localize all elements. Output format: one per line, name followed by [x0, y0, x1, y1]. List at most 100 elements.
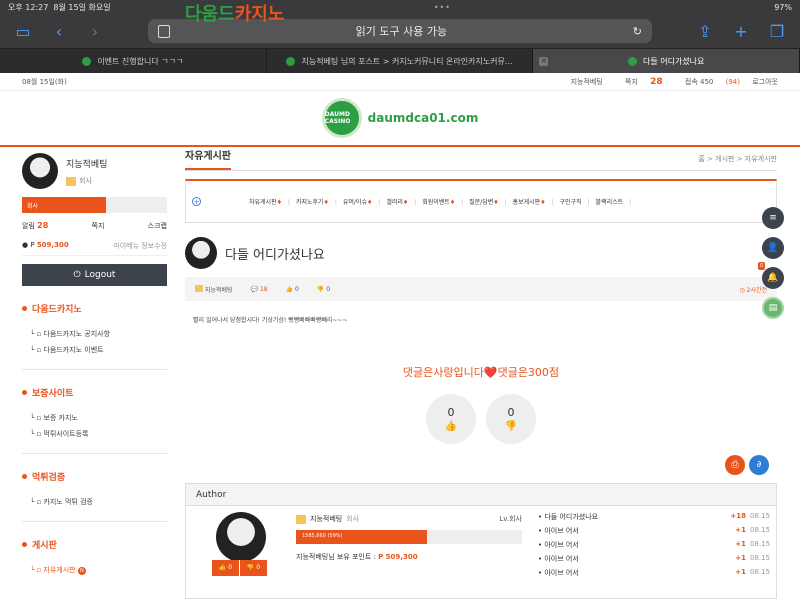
floating-buttons: ≡ 👤 0 🔔 ▤ [758, 207, 784, 319]
category-item[interactable]: 홍보게시판♦ [513, 197, 554, 206]
downvote-button[interactable]: 0 👎 [486, 394, 536, 444]
coin-icon: ● [22, 241, 29, 249]
upvote-button[interactable]: 0 👍 [426, 394, 476, 444]
close-tab-icon[interactable]: ✕ [539, 56, 549, 66]
level-icon [66, 176, 76, 186]
plus-icon[interactable]: + [192, 197, 201, 206]
list-item[interactable]: • 아이브 어서 +1 08.15 [538, 568, 770, 578]
breadcrumb[interactable]: 홈 > 게시판 > 자유게시판 [698, 154, 777, 170]
post-author[interactable]: 지능적베팅 [195, 284, 233, 294]
site-header: DAUMD CASINO 다움드카지노 daumdca01.com [0, 4, 800, 147]
profile-level: 회사 [79, 177, 92, 185]
list-item[interactable]: • 다들 어디가셨나요 +18 08.15 [538, 512, 770, 522]
sidebar-section-casino: 다움드카지노 └ ▫ 다움드카지노 공지사항 └ ▫ 다움드카지노 이벤트 [22, 302, 167, 370]
author-points: 지능적베팅님 보유 포인트 : P 509,300 [296, 553, 418, 561]
level-bar: 회사 [22, 197, 167, 213]
category-menu: + 자유게시판♦ 카지노후기♦ 유머/이슈♦ 갤러리♦ 회원이벤트♦ 질문/답변… [185, 179, 777, 223]
reader-icon[interactable] [158, 24, 170, 38]
author-up-button[interactable]: 👍 0 [212, 560, 240, 576]
list-item[interactable]: • 아이브 어서 +1 08.15 [538, 540, 770, 550]
logout-button[interactable]: ⏻ Logout [22, 264, 167, 286]
category-item[interactable]: 유머/이슈♦ [343, 197, 380, 206]
author-exp-bar: 1585,660 (59%) [296, 530, 522, 544]
list-item[interactable]: • 아이브 어서 +1 08.15 [538, 554, 770, 564]
category-item[interactable]: 카지노후기♦ [296, 197, 337, 206]
chat-icon[interactable]: ▤ [762, 297, 784, 319]
tab-profile-post[interactable]: 지능적베팅 님의 포스트 > 커지노커뮤니티 온라인카지노커뮤... [267, 49, 534, 73]
sidebar-item-report[interactable]: └ ▫ 먹튀사이트등록 [30, 429, 167, 439]
tab-current-post[interactable]: ✕ 다들 어디가셨나요 [533, 49, 800, 73]
comment-notice: 댓글은사랑입니다❤️댓글은300점 [402, 366, 560, 379]
sidebar-item-verify[interactable]: └ ▫ 카지노 먹튀 검증 [30, 497, 167, 507]
top-logout[interactable]: 로그아웃 [752, 78, 778, 86]
top-username[interactable]: 지능적베팅 [571, 78, 603, 86]
points-row: ● P 509,300 마이메뉴 정보수정 [22, 241, 167, 256]
thumbs-down-icon: 👎 [504, 421, 518, 432]
attachment-icon[interactable]: ∂ [749, 455, 769, 475]
sidebar-section-verify: 먹튀검증 └ ▫ 카지노 먹튀 검증 [22, 470, 167, 522]
author-level: Lv.회사 [499, 515, 522, 523]
category-item[interactable]: 구인구직 [560, 197, 590, 206]
top-online: 접속 450 (94) [684, 77, 740, 86]
comment-count: 💬 18 [250, 285, 268, 293]
sidebar-section-board: 게시판 └ ▫ 자유게시판 N [22, 538, 167, 589]
reload-icon[interactable]: ↻ [633, 25, 642, 38]
new-badge: N [77, 567, 86, 575]
thumbs-up-icon: 👍 [444, 421, 458, 432]
memo-link[interactable]: 쪽지 [92, 221, 105, 231]
level-icon [296, 514, 306, 524]
favicon-icon [82, 56, 92, 66]
author-down-button[interactable]: 👎 0 [240, 560, 268, 576]
author-avatar[interactable] [216, 512, 266, 562]
category-item[interactable]: 회원이벤트♦ [422, 197, 463, 206]
logo-url: daumdca01.com [367, 111, 479, 125]
category-item[interactable]: 갤러리♦ [386, 197, 416, 206]
menu-icon[interactable]: ≡ [762, 207, 784, 229]
author-box-title: Author [186, 484, 776, 506]
user-icon[interactable]: 👤 [762, 237, 784, 259]
profile-stats: 알림 28 쪽지 스크랩 [22, 221, 167, 231]
avatar[interactable] [22, 153, 58, 189]
bell-icon[interactable]: 0 🔔 [758, 262, 784, 289]
sidebar-item-notice[interactable]: └ ▫ 다움드카지노 공지사항 [30, 329, 167, 339]
comment-icon: 💬 [250, 285, 259, 293]
tab-bar: 이벤트 진행합니다 ㄱㄱㄱ 지능적베팅 님의 포스트 > 커지노커뮤니티 온라인… [0, 48, 800, 73]
point-value: 509,300 [36, 241, 69, 249]
tab-events[interactable]: 이벤트 진행합니다 ㄱㄱㄱ [0, 49, 267, 73]
print-icon[interactable]: ⎙ [725, 455, 745, 475]
site-logo[interactable]: DAUMD CASINO 다움드카지노 daumdca01.com [185, 4, 479, 138]
thumbs-down-icon: 👎 [316, 285, 325, 293]
author-box: Author 👍 0 👎 0 지능적베팅 회사 Lv.회사 1585,660 (… [185, 483, 777, 599]
site-date: 08월 15일(화) [22, 77, 67, 86]
author-recent-posts: • 다들 어디가셨나요 +18 08.15 • 아이브 어서 +1 08.15 • 아이… [538, 512, 770, 582]
profile-card: 지능적베팅 회사 [22, 147, 167, 189]
forward-icon[interactable]: › [82, 22, 108, 41]
scrap-link[interactable]: 스크랩 [148, 221, 167, 231]
board-title: 자유게시판 [185, 147, 231, 170]
profile-name[interactable]: 지능적베팅 [66, 157, 107, 170]
status-date: 8월 15일 화요일 [53, 2, 111, 12]
sidebar-item-event[interactable]: └ ▫ 다움드카지노 이벤트 [30, 345, 167, 355]
category-item[interactable]: 블랙리스트 [596, 197, 632, 206]
author-rank: 회사 [346, 515, 360, 523]
post-body: 빨리 일어나서 당첨합시다! 기상기상! 뻥뻥빠빠빠빵뻬리~~~ [193, 317, 348, 324]
like-count: 👍 0 [285, 285, 299, 293]
top-memo[interactable]: 쪽지 28 [615, 77, 663, 87]
vote-buttons: 0 👍 0 👎 [185, 394, 777, 444]
profile-links[interactable]: 마이메뉴 정보수정 [113, 241, 167, 251]
favicon-icon [627, 56, 637, 66]
post-meta: 지능적베팅 💬 18 👍 0 👎 0 ◷ 2시간전 [185, 277, 777, 301]
author-name[interactable]: 지능적베팅 [310, 514, 342, 524]
left-sidebar: 지능적베팅 회사 회사 알림 28 쪽지 스크랩 ● P 509,300 마이메… [22, 147, 167, 589]
sidebar-item-guarantee-casino[interactable]: └ ▫ 보증 카지노 [30, 413, 167, 423]
alarm-link[interactable]: 알림 28 [22, 221, 48, 231]
sidebar-item-free-board[interactable]: └ ▫ 자유게시판 N [30, 565, 167, 575]
sidebar-icon[interactable]: ▭ [10, 22, 36, 41]
back-icon[interactable]: ‹ [46, 22, 72, 41]
category-item[interactable]: 자유게시판♦ [249, 197, 290, 206]
list-item[interactable]: • 아이브 어서 +1 08.15 [538, 526, 770, 536]
favicon-icon [286, 56, 296, 66]
category-item[interactable]: 질문/답변♦ [469, 197, 506, 206]
site-topline: 08월 15일(화) 지능적베팅 쪽지 28 접속 450 (94) 로그아웃 [0, 73, 800, 91]
post-author-avatar[interactable] [185, 237, 217, 269]
